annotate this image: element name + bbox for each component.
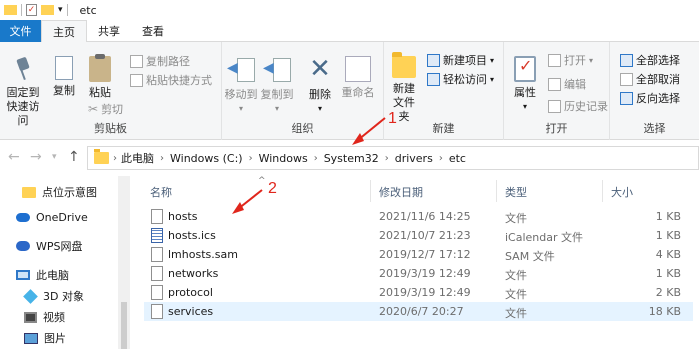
annotation-arrow-2 — [232, 189, 263, 214]
annotation-arrow-1 — [352, 117, 386, 145]
annotation-number-2: 2 — [268, 180, 277, 197]
annotation-number-1: 1 — [388, 110, 397, 127]
annotation-overlay — [232, 117, 386, 214]
